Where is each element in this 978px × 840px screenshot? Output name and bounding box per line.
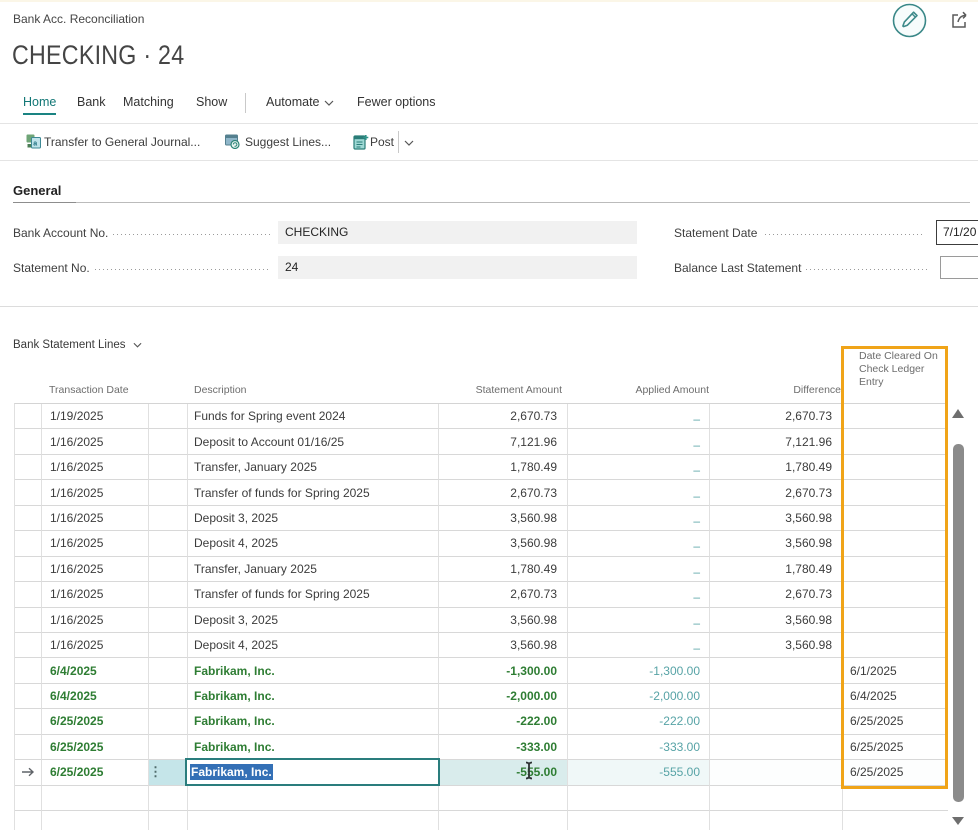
svg-text:a: a	[33, 141, 37, 148]
